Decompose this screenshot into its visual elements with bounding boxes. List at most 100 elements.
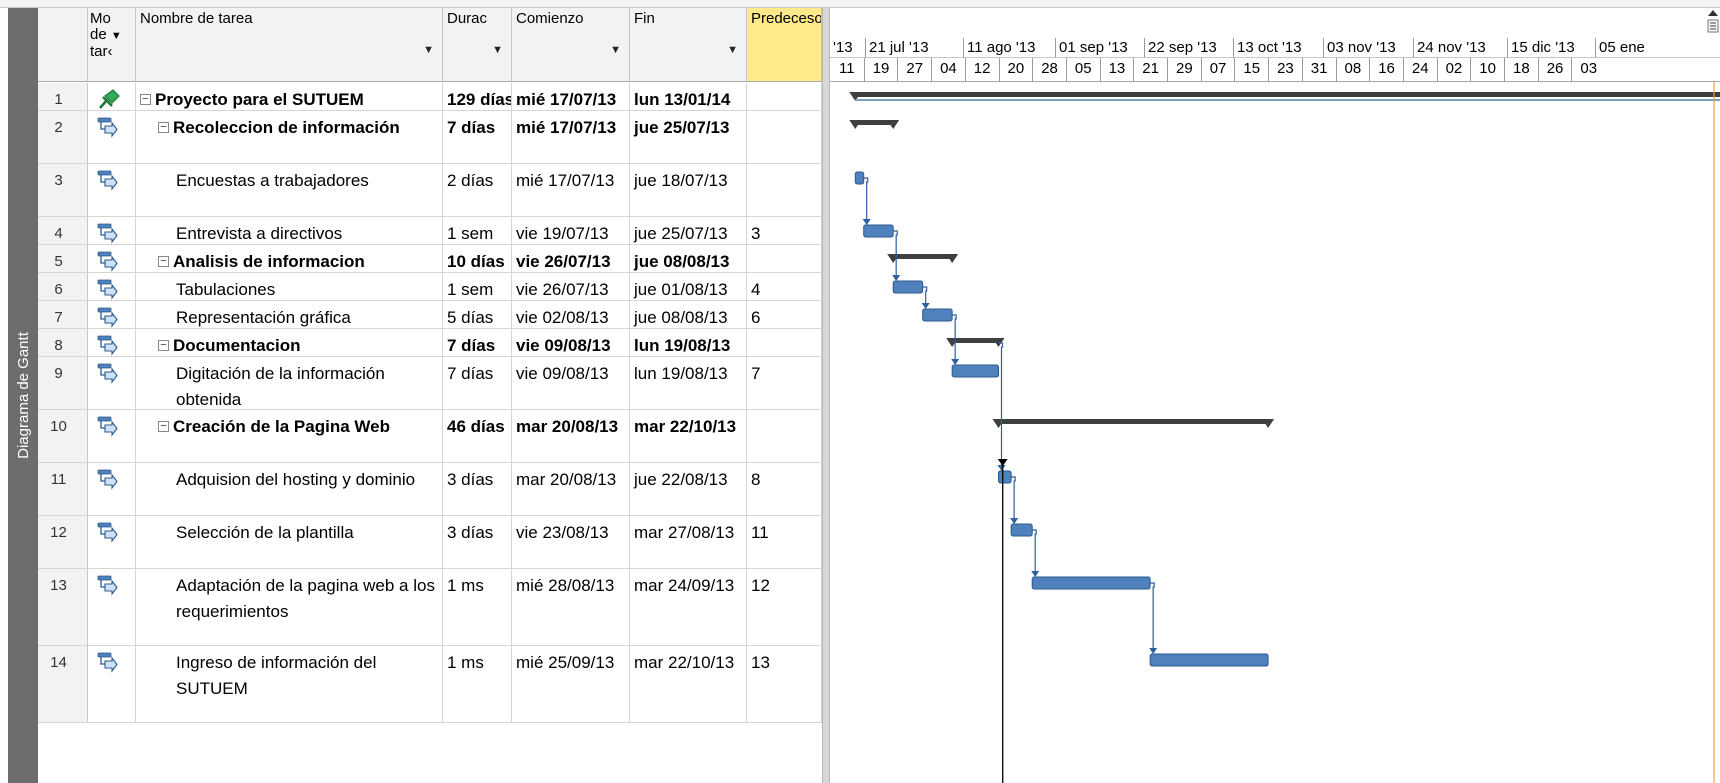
end-date-cell[interactable]: mar 27/08/13 [630, 516, 747, 568]
predecessors-cell[interactable] [747, 83, 822, 110]
start-date-cell[interactable]: vie 26/07/13 [512, 273, 630, 300]
duration-cell[interactable]: 129 días [443, 83, 512, 110]
col-header-duration[interactable]: Durac ▼ [443, 8, 512, 82]
duration-cell[interactable]: 5 días [443, 301, 512, 328]
task-bar[interactable] [1010, 523, 1033, 537]
start-date-cell[interactable]: vie 26/07/13 [512, 245, 630, 272]
row-id-cell[interactable]: 6 [38, 273, 88, 300]
select-all-header[interactable] [38, 8, 88, 82]
task-mode-cell[interactable] [88, 164, 136, 216]
start-date-cell[interactable]: mié 17/07/13 [512, 111, 630, 163]
task-bar[interactable] [1149, 653, 1269, 667]
start-date-cell[interactable]: mié 17/07/13 [512, 83, 630, 110]
view-bar[interactable]: Diagrama de Gantt [8, 8, 38, 783]
duration-cell[interactable]: 7 días [443, 111, 512, 163]
start-date-cell[interactable]: mié 28/08/13 [512, 569, 630, 645]
end-date-cell[interactable]: lun 19/08/13 [630, 329, 747, 356]
predecessors-cell[interactable]: 6 [747, 301, 822, 328]
duration-cell[interactable]: 46 días [443, 410, 512, 462]
start-date-cell[interactable]: vie 09/08/13 [512, 357, 630, 409]
predecessors-cell[interactable]: 12 [747, 569, 822, 645]
task-mode-cell[interactable] [88, 646, 136, 722]
col-header-end[interactable]: Fin ▼ [630, 8, 747, 82]
summary-bar[interactable] [855, 120, 894, 125]
task-name-cell[interactable]: Encuestas a trabajadores [136, 164, 443, 216]
row-id-cell[interactable]: 14 [38, 646, 88, 722]
end-date-cell[interactable]: lun 19/08/13 [630, 357, 747, 409]
task-row[interactable]: 9 Digitación de la información obtenida 7 … [38, 357, 822, 410]
duration-cell[interactable]: 3 días [443, 516, 512, 568]
row-id-cell[interactable]: 2 [38, 111, 88, 163]
predecessors-cell[interactable] [747, 410, 822, 462]
duration-cell[interactable]: 10 días [443, 245, 512, 272]
task-bar[interactable] [998, 470, 1012, 484]
scroll-up-arrow[interactable] [1706, 8, 1720, 48]
task-mode-cell[interactable] [88, 329, 136, 356]
task-row[interactable]: 11 Adquision del hosting y dominio 3 días m… [38, 463, 822, 516]
summary-bar[interactable] [952, 338, 999, 343]
start-date-cell[interactable]: vie 02/08/13 [512, 301, 630, 328]
task-bar[interactable] [854, 171, 865, 185]
chevron-down-icon[interactable]: ▼ [727, 42, 738, 58]
row-id-cell[interactable]: 3 [38, 164, 88, 216]
predecessors-cell[interactable]: 4 [747, 273, 822, 300]
start-date-cell[interactable]: mar 20/08/13 [512, 463, 630, 515]
timescale[interactable]: '13 21 jul '13 11 ago '13 01 sep '13 22 sep … [830, 8, 1720, 82]
predecessors-cell[interactable] [747, 329, 822, 356]
end-date-cell[interactable]: jue 08/08/13 [630, 301, 747, 328]
collapse-toggle-icon[interactable]: − [158, 340, 169, 351]
task-name-cell[interactable]: − Recoleccion de información [136, 111, 443, 163]
start-date-cell[interactable]: mié 25/09/13 [512, 646, 630, 722]
task-bar[interactable] [863, 224, 894, 238]
task-name-cell[interactable]: − Creación de la Pagina Web [136, 410, 443, 462]
task-mode-cell[interactable] [88, 273, 136, 300]
task-name-cell[interactable]: Entrevista a directivos [136, 217, 443, 244]
end-date-cell[interactable]: mar 22/10/13 [630, 646, 747, 722]
predecessors-cell[interactable] [747, 111, 822, 163]
col-header-mode[interactable]: Mo de ▼ tar‹ [88, 8, 136, 82]
end-date-cell[interactable]: jue 08/08/13 [630, 245, 747, 272]
task-mode-cell[interactable] [88, 516, 136, 568]
collapse-toggle-icon[interactable]: − [158, 421, 169, 432]
task-row[interactable]: 8− Documentacion 7 días vie 09/08/13 lun 19/… [38, 329, 822, 357]
predecessors-cell[interactable]: 13 [747, 646, 822, 722]
start-date-cell[interactable]: vie 09/08/13 [512, 329, 630, 356]
col-header-start[interactable]: Comienzo ▼ [512, 8, 630, 82]
gantt-chart[interactable]: '13 21 jul '13 11 ago '13 01 sep '13 22 sep … [830, 8, 1720, 783]
task-name-cell[interactable]: Representación gráfica [136, 301, 443, 328]
task-name-cell[interactable]: Adaptación de la pagina web a los requer… [136, 569, 443, 645]
row-id-cell[interactable]: 10 [38, 410, 88, 462]
task-name-cell[interactable]: Ingreso de información del SUTUEM [136, 646, 443, 722]
predecessors-cell[interactable] [747, 245, 822, 272]
task-name-cell[interactable]: Selección de la plantilla [136, 516, 443, 568]
end-date-cell[interactable]: jue 25/07/13 [630, 217, 747, 244]
task-mode-cell[interactable] [88, 410, 136, 462]
col-header-name[interactable]: Nombre de tarea ▼ [136, 8, 443, 82]
task-name-cell[interactable]: Digitación de la información obtenida [136, 357, 443, 409]
chevron-down-icon[interactable]: ▼ [423, 42, 434, 58]
task-row[interactable]: 2 − Recoleccion de información 7 días mié 17… [38, 111, 822, 164]
collapse-toggle-icon[interactable]: − [140, 94, 151, 105]
task-mode-cell[interactable] [88, 83, 136, 110]
duration-cell[interactable]: 7 días [443, 329, 512, 356]
task-bar[interactable] [922, 308, 953, 322]
task-row[interactable]: 5− Analisis de informacion 10 días vie 26/0… [38, 245, 822, 273]
task-row[interactable]: 12 Selección de la plantilla 3 días vie 23/… [38, 516, 822, 569]
chevron-down-icon[interactable]: ▼ [492, 42, 503, 58]
duration-cell[interactable]: 1 ms [443, 646, 512, 722]
task-name-cell[interactable]: − Analisis de informacion [136, 245, 443, 272]
task-row[interactable]: 13 Adaptación de la pagina web a los requ… [38, 569, 822, 646]
task-bar[interactable] [892, 280, 924, 294]
start-date-cell[interactable]: mié 17/07/13 [512, 164, 630, 216]
predecessors-cell[interactable]: 7 [747, 357, 822, 409]
row-id-cell[interactable]: 9 [38, 357, 88, 409]
predecessors-cell[interactable]: 8 [747, 463, 822, 515]
task-row[interactable]: 7 Representación gráfica 5 días vie 02/08/1… [38, 301, 822, 329]
row-id-cell[interactable]: 13 [38, 569, 88, 645]
col-header-predecessors[interactable]: Predecesoras [747, 8, 822, 82]
duration-cell[interactable]: 1 sem [443, 217, 512, 244]
chevron-down-icon[interactable]: ▼ [111, 30, 122, 42]
end-date-cell[interactable]: jue 01/08/13 [630, 273, 747, 300]
task-bar[interactable] [1031, 576, 1151, 590]
scroll-up-icon[interactable] [1706, 8, 1720, 48]
